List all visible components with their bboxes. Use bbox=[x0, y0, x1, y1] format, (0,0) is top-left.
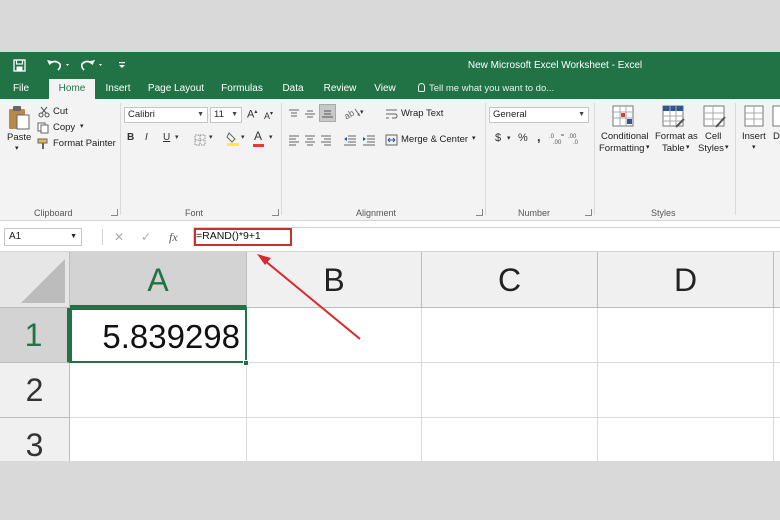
excel-window: New Microsoft Excel Worksheet - Excel Fi… bbox=[0, 52, 780, 461]
annotation-arrow bbox=[257, 254, 361, 340]
